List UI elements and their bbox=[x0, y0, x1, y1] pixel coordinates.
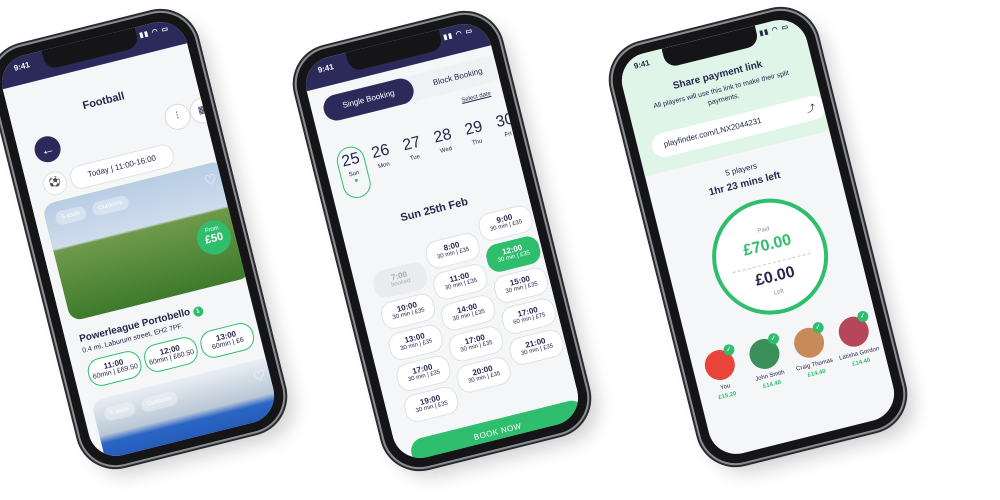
screen: 9:41 ▮▮ ◠ ▭ Football ← ⫶ ▦ ⚽ Today | 11:… bbox=[0, 16, 281, 462]
map-button[interactable]: ▦ bbox=[187, 94, 219, 127]
football-icon: ⚽ bbox=[47, 176, 63, 190]
day-item[interactable]: 29 Thu bbox=[459, 117, 491, 149]
player-item[interactable]: ✓ Craig Thomas £14.40 bbox=[785, 320, 838, 382]
status-time: 9:41 bbox=[12, 60, 31, 73]
player-item[interactable]: ✓ You £15.20 bbox=[696, 343, 749, 404]
phone-booking: 9:41 ▮▮ ◠ ▭ Single Booking Block Booking… bbox=[289, 7, 595, 475]
day-item[interactable]: 27 Tue bbox=[397, 133, 429, 165]
tag: Outdoors bbox=[139, 390, 179, 413]
phone-payment: 9:41 ▮▮ ◠ ▭ Share payment link All playe… bbox=[605, 3, 911, 471]
signal-wifi-battery-icon: ▮▮ ◠ ▭ bbox=[442, 27, 474, 42]
time-slot-chip[interactable]: 12:00 60min | £60.50 bbox=[141, 334, 201, 375]
arrow-left-icon: ← bbox=[38, 139, 57, 159]
check-icon: ✓ bbox=[722, 343, 736, 357]
signal-wifi-battery-icon: ▮▮ ◠ ▭ bbox=[758, 23, 790, 38]
phone-venue-list: 9:41 ▮▮ ◠ ▭ Football ← ⫶ ▦ ⚽ Today | 11:… bbox=[0, 5, 291, 473]
day-item[interactable]: 28 Wed bbox=[428, 125, 460, 157]
tag: 5 aside bbox=[102, 400, 137, 423]
avatar: ✓ bbox=[835, 309, 872, 350]
day-item[interactable]: 30 Fri bbox=[490, 109, 522, 141]
time-slot-chip[interactable]: 11:00 60min | £69.50 bbox=[85, 348, 145, 389]
sport-selector[interactable]: ⚽ bbox=[40, 168, 70, 198]
date-range: 11:00-16:00 bbox=[113, 153, 157, 173]
payment-progress-ring: Paid £70.00 £0.00 Left bbox=[699, 186, 841, 327]
avatar: ✓ bbox=[790, 320, 828, 361]
status-time: 9:41 bbox=[632, 58, 651, 71]
date-day: Today bbox=[86, 165, 110, 180]
select-date-link[interactable]: Select date bbox=[461, 91, 492, 104]
sliders-icon: ⫶ bbox=[174, 110, 181, 122]
player-item[interactable]: ✓ Latisha Gordon £14.40 bbox=[830, 309, 883, 371]
filter-button[interactable]: ⫶ bbox=[161, 101, 194, 133]
avatar: ✓ bbox=[746, 332, 783, 373]
share-icon[interactable]: ⤴ bbox=[804, 96, 819, 121]
check-icon: ✓ bbox=[766, 332, 781, 346]
player-item[interactable]: ✓ John Smith £14.40 bbox=[740, 332, 793, 393]
day-item[interactable]: 26 Mon bbox=[366, 140, 398, 172]
screen: 9:41 ▮▮ ◠ ▭ Single Booking Block Booking… bbox=[299, 18, 585, 464]
time-slot-chip[interactable]: 13:00 60min | £6 bbox=[197, 320, 257, 361]
map-icon: ▦ bbox=[196, 103, 209, 117]
selected-dot bbox=[353, 178, 358, 183]
avatar: ✓ bbox=[701, 343, 739, 384]
count-badge: 1 bbox=[191, 305, 205, 318]
heart-icon[interactable]: ♡ bbox=[251, 366, 267, 386]
status-time: 9:41 bbox=[316, 62, 335, 75]
back-button[interactable]: ← bbox=[31, 133, 64, 165]
signal-wifi-battery-icon: ▮▮ ◠ ▭ bbox=[138, 25, 170, 40]
screen: 9:41 ▮▮ ◠ ▭ Share payment link All playe… bbox=[615, 14, 901, 460]
check-icon: ✓ bbox=[811, 320, 825, 335]
check-icon: ✓ bbox=[856, 309, 870, 324]
